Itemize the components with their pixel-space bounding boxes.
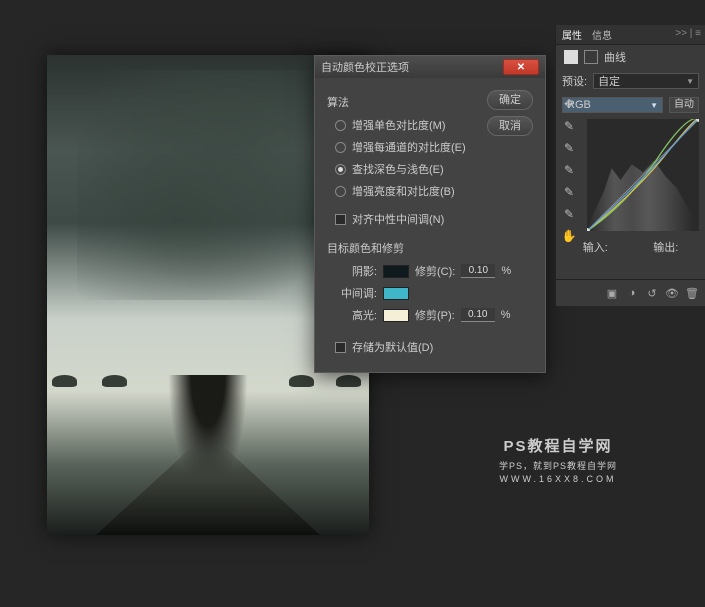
preset-select[interactable]: 自定▼	[593, 73, 699, 89]
shadows-swatch[interactable]	[383, 265, 409, 278]
chevron-down-icon: ▼	[686, 77, 694, 86]
radio-label: 增强单色对比度(M)	[352, 117, 446, 133]
watermark-line2: 学PS，就到PS教程自学网	[499, 459, 617, 472]
preset-label: 预设:	[562, 73, 587, 89]
adjustment-type-label: 曲线	[604, 49, 626, 65]
properties-panel: 属性 信息 >> | ≡ 曲线 预设: 自定▼ RGB▼ 自动 ✥ ✎ ✎ ✎ …	[555, 25, 705, 306]
watermark-line3: WWW.16XX8.COM	[499, 474, 617, 484]
watermark-line1: PS教程自学网	[499, 435, 617, 456]
radio-icon	[335, 120, 346, 131]
shadows-row: 阴影: 修剪(C): %	[327, 260, 533, 282]
artwork-boat	[68, 445, 348, 535]
dialog-titlebar[interactable]: 自动颜色校正选项 ✕	[315, 56, 545, 78]
input-output-row: 输入: 输出:	[556, 233, 705, 261]
radio-icon	[335, 186, 346, 197]
ok-button[interactable]: 确定	[487, 90, 533, 110]
chevron-down-icon: ▼	[650, 101, 658, 110]
curves-tools: ✥ ✎ ✎ ✎ ✎ ✎ ✋	[562, 97, 578, 243]
trash-icon[interactable]: 🗑	[685, 286, 699, 300]
highlights-label: 高光:	[335, 307, 377, 323]
radio-label: 增强每通道的对比度(E)	[352, 139, 466, 155]
pct-label: %	[501, 309, 511, 321]
midtones-swatch[interactable]	[383, 287, 409, 300]
radio-label: 查找深色与浅色(E)	[352, 161, 444, 177]
highlights-row: 高光: 修剪(P): %	[327, 304, 533, 326]
shadows-label: 阴影:	[335, 263, 377, 279]
dialog-button-column: 确定 取消	[487, 90, 533, 142]
preset-row: 预设: 自定▼	[556, 69, 705, 93]
checkbox-label: 存储为默认值(D)	[352, 339, 433, 355]
rock	[289, 375, 314, 387]
hand-tool-icon[interactable]: ✋	[562, 229, 576, 243]
panel-tabs: 属性 信息 >> | ≡	[556, 25, 705, 45]
tab-properties[interactable]: 属性	[562, 27, 582, 42]
algo-option-brightness[interactable]: 增强亮度和对比度(B)	[327, 180, 533, 202]
radio-icon	[335, 142, 346, 153]
target-heading: 目标颜色和修剪	[327, 240, 533, 256]
on-image-tool-icon[interactable]: ✥	[562, 97, 576, 111]
adjustment-type-row: 曲线	[556, 45, 705, 69]
sample-white-icon[interactable]: ✎	[562, 119, 576, 133]
channel-row: RGB▼ 自动	[556, 93, 705, 117]
tab-info[interactable]: 信息	[592, 27, 612, 42]
rock	[102, 375, 127, 387]
cancel-button[interactable]: 取消	[487, 116, 533, 136]
edit-points-icon[interactable]: ✎	[562, 185, 576, 199]
sample-gray-icon[interactable]: ✎	[562, 141, 576, 155]
snap-neutral-row[interactable]: 对齐中性中间调(N)	[327, 208, 533, 230]
midtones-label: 中间调:	[335, 285, 377, 301]
algo-option-darklight[interactable]: 查找深色与浅色(E)	[327, 158, 533, 180]
close-button[interactable]: ✕	[503, 59, 539, 75]
clip-c-input[interactable]	[461, 264, 495, 278]
checkbox-label: 对齐中性中间调(N)	[352, 211, 444, 227]
input-label: 输入:	[583, 239, 608, 255]
curves-graph[interactable]	[587, 119, 699, 231]
curve-lines	[587, 119, 699, 231]
midtones-row: 中间调:	[327, 282, 533, 304]
panel-footer: ▣ ◑ ↺ 👁 🗑	[556, 279, 705, 306]
rock	[336, 375, 361, 387]
watermark: PS教程自学网 学PS，就到PS教程自学网 WWW.16XX8.COM	[499, 435, 617, 484]
panel-collapse-icon[interactable]: >> | ≡	[675, 28, 701, 39]
curves-adjustment-icon	[564, 50, 578, 64]
auto-color-correction-dialog: 自动颜色校正选项 ✕ 确定 取消 算法 增强单色对比度(M) 增强每通道的对比度…	[314, 55, 546, 373]
clip-p-label: 修剪(P):	[415, 307, 455, 323]
reset-icon[interactable]: ↺	[645, 286, 659, 300]
radio-icon	[335, 164, 346, 175]
mask-icon	[584, 50, 598, 64]
visibility-icon[interactable]: 👁	[665, 286, 679, 300]
rock	[52, 375, 77, 387]
auto-button[interactable]: 自动	[669, 97, 699, 113]
sample-black-icon[interactable]: ✎	[562, 163, 576, 177]
clip-p-input[interactable]	[461, 308, 495, 322]
prev-state-icon[interactable]: ◑	[625, 286, 639, 300]
draw-curve-icon[interactable]: ✎	[562, 207, 576, 221]
checkbox-icon	[335, 214, 346, 225]
highlights-swatch[interactable]	[383, 309, 409, 322]
clip-icon[interactable]: ▣	[605, 286, 619, 300]
clip-c-label: 修剪(C):	[415, 263, 455, 279]
output-label: 输出:	[653, 239, 678, 255]
save-default-row[interactable]: 存储为默认值(D)	[327, 336, 533, 358]
radio-label: 增强亮度和对比度(B)	[352, 183, 455, 199]
artwork-dragon	[77, 70, 337, 300]
checkbox-icon	[335, 342, 346, 353]
dialog-title: 自动颜色校正选项	[321, 59, 503, 75]
pct-label: %	[501, 265, 511, 277]
